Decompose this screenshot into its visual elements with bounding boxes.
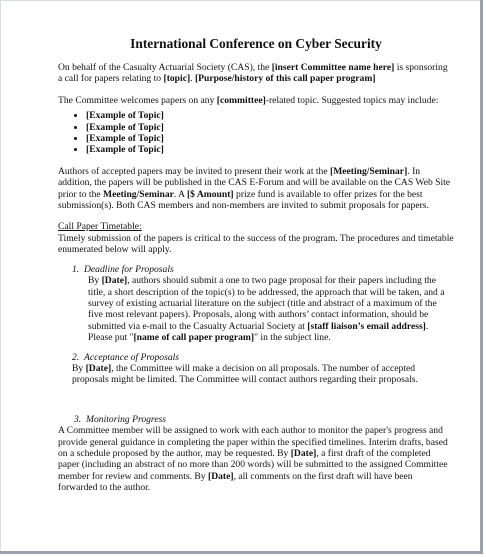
step-body: By [Date], authors should submit a one t… <box>72 275 454 343</box>
document-content: International Conference on Cyber Securi… <box>58 36 454 502</box>
step-heading: 1. Deadline for Proposals <box>72 264 454 275</box>
committee-name-placeholder: [insert Committee name here] <box>271 62 395 73</box>
step-acceptance: 2. Acceptance of Proposals By [Date], the… <box>72 352 454 386</box>
intro-text-1: On behalf of the Casualty Actuarial Soci… <box>58 62 272 73</box>
topic-placeholder: [topic] <box>163 73 191 85</box>
topic-list: [Example of Topic] [Example of Topic] [E… <box>58 110 454 156</box>
step-text: " in the subject line. <box>254 332 331 344</box>
step-body: By [Date], the Committee will make a dec… <box>72 363 454 386</box>
welcome-text-1: The Committee welcomes papers on any <box>58 94 217 106</box>
amount-placeholder: [$ Amount] <box>186 188 234 200</box>
welcome-paragraph: The Committee welcomes papers on any [co… <box>58 95 454 106</box>
step-deadline: 1. Deadline for Proposals By [Date], auth… <box>72 264 454 344</box>
email-placeholder: [staff liaison’s email address] <box>307 320 426 332</box>
step-title: Deadline for Proposals <box>84 263 174 275</box>
timetable-heading: Call Paper Timetable: <box>58 221 142 233</box>
date-placeholder: [Date] <box>85 362 112 374</box>
topic-item: [Example of Topic] <box>86 133 454 144</box>
timetable-paragraph: Timely submission of the papers is criti… <box>58 232 454 256</box>
step-title: Acceptance of Proposals <box>84 351 180 363</box>
step-body: A Committee member will be assigned to w… <box>58 425 454 493</box>
step-heading: 3. Monitoring Progress <box>58 414 454 425</box>
topic-item: [Example of Topic] <box>86 122 454 133</box>
topic-item: [Example of Topic] <box>86 144 454 155</box>
intro-paragraph: On behalf of the Casualty Actuarial Soci… <box>58 62 454 85</box>
step-text: By <box>88 275 102 287</box>
step-heading: 2. Acceptance of Proposals <box>72 352 454 363</box>
step-title: Monitoring Progress <box>86 413 167 425</box>
authors-text-1: Authors of accepted papers may be invite… <box>58 165 330 177</box>
step-text: By <box>72 362 86 374</box>
step-number: 2. <box>72 351 80 363</box>
step-text: , the Committee will make a decision on … <box>72 362 418 386</box>
date-placeholder: [Date] <box>208 470 234 482</box>
document-title: International Conference on Cyber Securi… <box>130 36 382 51</box>
meeting-seminar: Meeting/Seminar <box>103 188 174 200</box>
step-monitoring: 3. Monitoring Progress A Committee member… <box>58 414 454 494</box>
authors-text-3: . A <box>173 188 187 200</box>
document-page: International Conference on Cyber Securi… <box>0 0 483 554</box>
purpose-placeholder: [Purpose/history of this call paper prog… <box>194 73 376 85</box>
authors-paragraph: Authors of accepted papers may be invite… <box>58 166 454 212</box>
timetable-steps: 1. Deadline for Proposals By [Date], auth… <box>58 264 454 494</box>
topic-item: [Example of Topic] <box>86 110 454 121</box>
date-placeholder: [Date] <box>290 447 317 459</box>
step-number: 3. <box>74 413 82 425</box>
welcome-text-2: -related topic. Suggested topics may inc… <box>265 94 439 106</box>
step-number: 1. <box>72 263 80 275</box>
meeting-placeholder: [Meeting/Seminar] <box>330 165 408 177</box>
program-name-placeholder: [name of call paper program] <box>133 332 255 344</box>
committee-placeholder: [committee] <box>216 94 266 106</box>
date-placeholder: [Date] <box>101 275 128 287</box>
